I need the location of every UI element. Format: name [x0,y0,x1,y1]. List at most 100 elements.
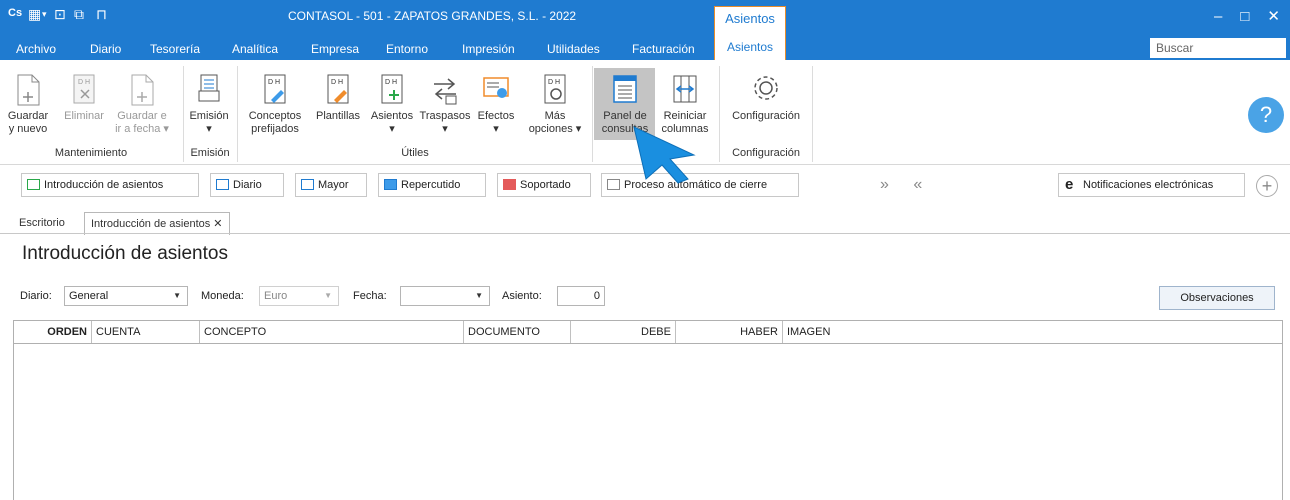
svg-text:D H: D H [268,79,280,86]
fecha-label: Fecha: [353,290,387,302]
menu-empresa[interactable]: Empresa [311,42,359,56]
asiento-label: Asiento: [502,290,542,302]
window-controls: – □ ✕ [1196,7,1280,25]
journal-icon [216,179,229,190]
guardar-nuevo-button[interactable]: Guardar y nuevo [4,74,52,136]
effects-icon [483,77,509,98]
menu-impresion[interactable]: Impresión [462,42,515,56]
mayor-button[interactable]: Mayor [295,173,367,197]
ribbon-separator [812,66,813,162]
help-icon[interactable]: ? [1248,97,1284,133]
asientos-button[interactable]: D H Asientos ▾ [368,74,416,136]
group-emision: Emisión [190,147,230,159]
columns-icon [673,75,697,103]
eliminar-button[interactable]: D H Eliminar [62,74,106,123]
close-process-icon [607,179,620,190]
column-concepto[interactable]: CONCEPTO [200,321,464,343]
entries-table: ORDEN CUENTA CONCEPTO DOCUMENTO DEBE HAB… [13,320,1283,500]
traspasos-button[interactable]: Traspasos ▾ [418,74,472,136]
svg-text:D H: D H [331,79,343,86]
search-input[interactable]: Buscar [1150,38,1286,58]
close-button[interactable]: ✕ [1267,8,1280,25]
group-mantenimiento: Mantenimiento [54,147,128,159]
menu-utilidades[interactable]: Utilidades [547,42,600,56]
chevron-down-icon: ▼ [324,291,332,300]
page-title: Introducción de asientos [22,243,228,264]
conceptos-prefijados-button[interactable]: D H Conceptos prefijados [244,74,306,136]
settings-document-icon: D H [544,74,566,104]
minimize-button[interactable]: – [1214,8,1222,25]
menu-analitica[interactable]: Analítica [232,42,278,56]
title-bar: Cs ▦ ▾ ⊡ ⧉ ⊓ CONTASOL - 501 - ZAPATOS GR… [0,0,1290,34]
menu-entorno[interactable]: Entorno [386,42,428,56]
column-debe[interactable]: DEBE [571,321,676,343]
tab-escritorio[interactable]: Escritorio [19,212,65,234]
diario-button[interactable]: Diario [210,173,284,197]
input-vat-icon [503,179,516,190]
add-shortcut-button[interactable]: + [1256,175,1278,197]
new-document-icon [17,74,40,106]
emision-button[interactable]: Emisión ▾ [186,74,232,136]
maximize-button[interactable]: □ [1240,8,1249,25]
mas-opciones-button[interactable]: D H Más opciones ▾ [524,74,586,136]
repercutido-button[interactable]: Repercutido [378,173,486,197]
context-tab-label: Asientos [714,6,786,34]
column-orden[interactable]: ORDEN [14,321,92,343]
diario-select[interactable]: General ▼ [64,286,188,306]
column-haber[interactable]: HABER [676,321,783,343]
template-document-icon: D H [327,74,349,104]
export-icon[interactable]: ⧉ [74,6,84,23]
menu-tesoreria[interactable]: Tesorería [150,42,200,56]
menu-diario[interactable]: Diario [90,42,121,56]
calculator-icon[interactable]: ▦ [28,6,41,23]
tab-scroll-arrows[interactable]: » « [880,176,932,194]
menu-bar: Archivo Diario Tesorería Analítica Empre… [0,34,1290,60]
folder-icon[interactable]: ⊡ [54,6,66,23]
column-cuenta[interactable]: CUENTA [92,321,200,343]
notificaciones-button[interactable]: e Notificaciones electrónicas [1058,173,1245,197]
moneda-label: Moneda: [201,290,244,302]
dropdown-icon[interactable]: ▾ [42,9,47,20]
guardar-fecha-button[interactable]: Guardar e ir a fecha ▾ [112,74,172,136]
pointer-arrow-icon [633,126,696,184]
plantillas-button[interactable]: D H Plantillas [312,74,364,123]
asiento-input[interactable]: 0 [557,286,605,306]
efectos-button[interactable]: Efectos ▾ [474,74,518,136]
moneda-select[interactable]: Euro ▼ [259,286,339,306]
e-notification-icon: e [1065,176,1074,193]
menu-asientos[interactable]: Asientos [714,34,786,60]
gear-icon [754,76,778,100]
observaciones-button[interactable]: Observaciones [1159,286,1275,310]
group-utiles: Útiles [401,147,429,159]
svg-text:D H: D H [78,79,90,86]
svg-text:D H: D H [385,79,397,86]
menu-archivo[interactable]: Archivo [16,42,56,56]
app-logo: Cs [8,7,23,19]
soportado-button[interactable]: Soportado [497,173,591,197]
transfer-icon [434,78,457,105]
tab-divider [0,233,1290,234]
print-document-icon [198,74,220,102]
chevron-down-icon: ▼ [173,291,181,300]
entry-icon [27,179,40,190]
configuracion-button[interactable]: Configuración [722,74,810,123]
output-vat-icon [384,179,397,190]
lock-icon[interactable]: ⊓ [96,6,107,23]
diario-label: Diario: [20,290,52,302]
add-entry-icon: D H [381,74,403,104]
calendar-document-icon [131,74,154,106]
column-imagen[interactable]: IMAGEN [783,321,1282,343]
panel-icon [613,75,637,103]
tab-introduccion-asientos[interactable]: Introducción de asientos ✕ [84,212,230,235]
ledger-icon [301,179,314,190]
fecha-input[interactable]: ▼ [400,286,490,306]
chevron-down-icon: ▼ [475,291,483,300]
edit-document-icon: D H [264,74,286,104]
table-header: ORDEN CUENTA CONCEPTO DOCUMENTO DEBE HAB… [14,321,1282,344]
svg-text:D H: D H [548,79,560,86]
group-configuracion: Configuración [732,147,800,159]
window-title: CONTASOL - 501 - ZAPATOS GRANDES, S.L. -… [288,9,577,23]
introduccion-asientos-button[interactable]: Introducción de asientos [21,173,199,197]
column-documento[interactable]: DOCUMENTO [464,321,571,343]
menu-facturacion[interactable]: Facturación [632,42,695,56]
